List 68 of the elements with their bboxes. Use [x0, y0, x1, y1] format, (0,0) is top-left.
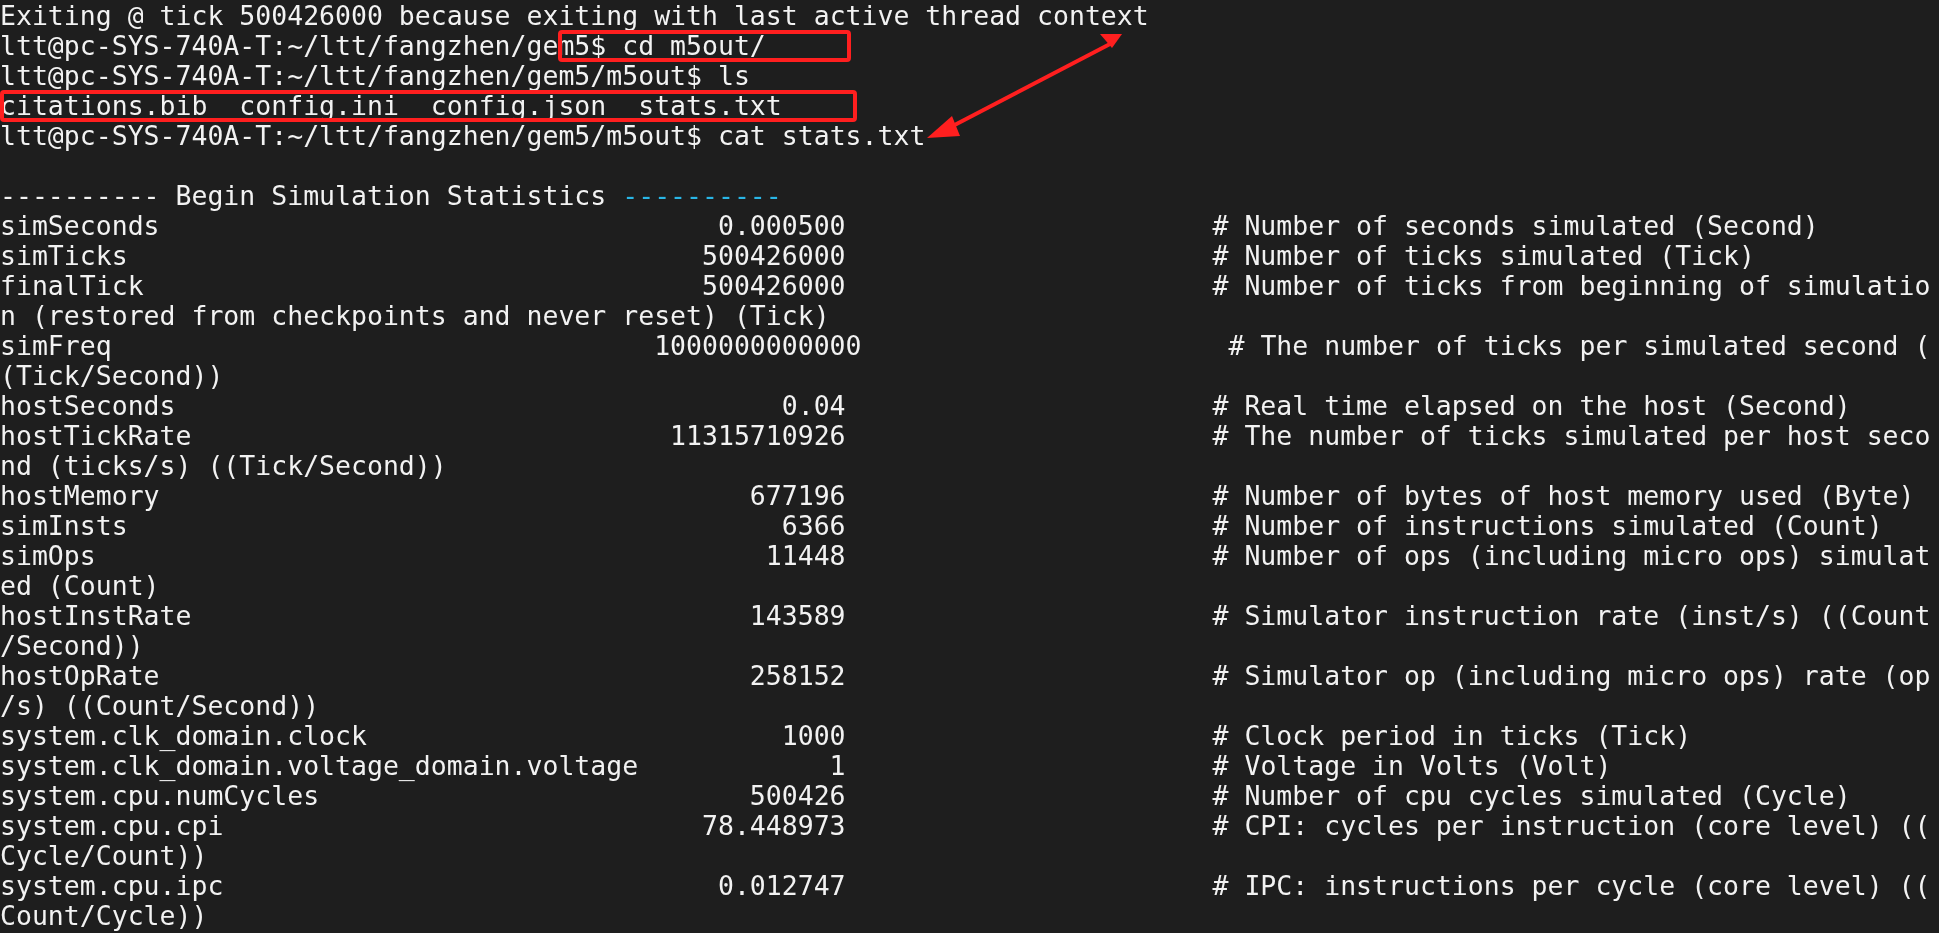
stat-value: 500426: [748, 781, 846, 811]
stat-comment: # The number of ticks simulated per host seco: [1212, 421, 1931, 451]
stat-value: 677196: [748, 481, 846, 511]
terminal-line: /s) ((Count/Second)): [0, 691, 320, 721]
stat-value: 1: [828, 751, 846, 781]
stat-value: 1000: [780, 721, 846, 751]
terminal-line: nd (ticks/s) ((Tick/Second)): [0, 451, 447, 481]
stat-name: hostMemory: [0, 481, 161, 511]
file-name: citations.bib: [0, 91, 208, 121]
file-name: config.ini: [239, 91, 399, 121]
stat-value: 6366: [780, 511, 846, 541]
stat-value: 258152: [748, 661, 846, 691]
stat-name: system.cpu.cpi: [0, 811, 224, 841]
stat-comment: # IPC: instructions per cycle (core level) ((: [1212, 871, 1931, 901]
stat-comment: # Number of ticks from beginning of simulatio: [1212, 271, 1931, 301]
stat-value: 0.012747: [716, 871, 846, 901]
stat-comment: # Number of seconds simulated (Second): [1212, 211, 1819, 241]
stat-name: system.clk_domain.clock: [0, 721, 368, 751]
stat-value: 78.448973: [700, 811, 846, 841]
stat-name: hostSeconds: [0, 391, 177, 421]
stat-value: 11315710926: [669, 421, 846, 451]
stat-comment: # CPI: cycles per instruction (core level) ((: [1212, 811, 1931, 841]
shell-prompt: ltt@pc-SYS-740A-T:~/ltt/fangzhen/gem5/m5out$: [0, 61, 702, 91]
shell-prompt: ltt@pc-SYS-740A-T:~/ltt/fangzhen/gem5/m5out$: [0, 121, 702, 151]
stat-comment: # Number of ticks simulated (Tick): [1212, 241, 1755, 271]
stat-comment: # Simulator op (including micro ops) rate (op: [1212, 661, 1931, 691]
terminal-line: Count/Cycle)): [0, 901, 208, 931]
terminal-line: (Tick/Second)): [0, 361, 224, 391]
stat-value: 500426000: [700, 271, 846, 301]
stat-name: finalTick: [0, 271, 145, 301]
terminal-line: Cycle/Count)): [0, 841, 208, 871]
stat-value: 143589: [748, 601, 846, 631]
stat-name: hostInstRate: [0, 601, 193, 631]
stat-name: simInsts: [0, 511, 128, 541]
stat-comment: # Real time elapsed on the host (Second): [1212, 391, 1851, 421]
stat-value: 11448: [764, 541, 846, 571]
terminal-line: /Second)): [0, 631, 144, 661]
stat-comment: # The number of ticks per simulated second (: [1228, 331, 1931, 361]
terminal-line: ed (Count): [0, 571, 160, 601]
stat-name: simFreq: [0, 331, 113, 361]
shell-command: cd m5out/: [622, 31, 766, 61]
file-name: stats.txt: [638, 91, 782, 121]
stat-comment: # Simulator instruction rate (inst/s) ((Count: [1212, 601, 1931, 631]
stat-name: system.cpu.ipc: [0, 871, 225, 901]
stat-comment: # Voltage in Volts (Volt): [1212, 751, 1612, 781]
stat-value: 0.04: [780, 391, 846, 421]
section-header: ---------- Begin Simulation Statistics: [0, 181, 607, 211]
stat-value: 0.000500: [716, 211, 846, 241]
file-name: config.json: [430, 91, 607, 121]
stat-comment: # Number of bytes of host memory used (Byte): [1212, 481, 1915, 511]
stat-name: hostOpRate: [0, 661, 161, 691]
terminal-line: n (restored from checkpoints and never reset) (Tick): [0, 301, 830, 331]
terminal-line: Exiting @ tick 500426000 because exiting with last active thread context: [0, 1, 1149, 31]
shell-command: cat stats.txt: [717, 121, 926, 151]
stat-comment: # Number of cpu cycles simulated (Cycle): [1212, 781, 1851, 811]
stat-comment: # Number of ops (including micro ops) simulat: [1212, 541, 1931, 571]
stat-name: system.cpu.numCycles: [0, 781, 320, 811]
stat-comment: # Clock period in ticks (Tick): [1212, 721, 1692, 751]
stat-comment: # Number of instructions simulated (Count): [1212, 511, 1883, 541]
stat-name: simSeconds: [0, 211, 161, 241]
shell-command: ls: [717, 61, 750, 91]
stat-value: 1000000000000: [654, 331, 862, 361]
stat-value: 500426000: [700, 241, 846, 271]
header-rule: ----------: [622, 181, 782, 211]
stat-name: simTicks: [0, 241, 129, 271]
stat-name: simOps: [0, 541, 97, 571]
stat-name: system.clk_domain.voltage_domain.voltage: [0, 751, 639, 781]
stat-name: hostTickRate: [0, 421, 193, 451]
